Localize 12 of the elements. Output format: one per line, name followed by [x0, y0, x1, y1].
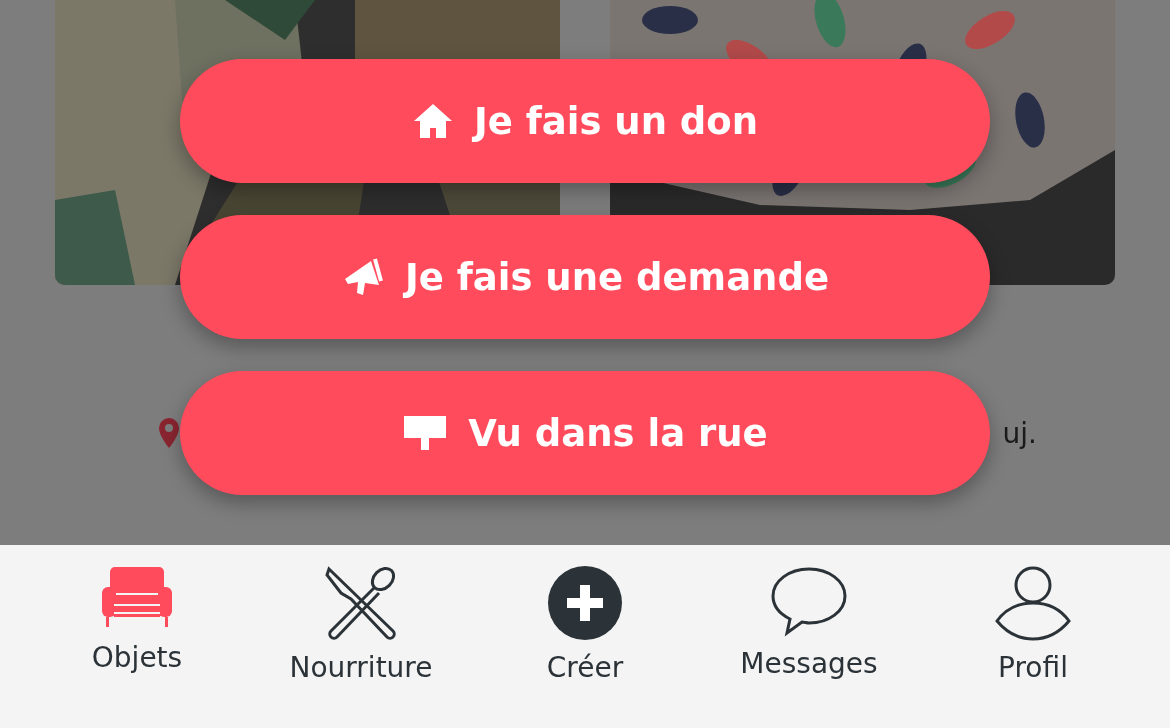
- tab-bar-item[interactable]: Objets: [25, 545, 249, 728]
- location-pin-icon: [159, 418, 179, 448]
- tab-bar-item[interactable]: Messages: [697, 545, 921, 728]
- plus-circle-icon: [547, 565, 623, 641]
- tab-bar-item[interactable]: Profil: [921, 545, 1145, 728]
- signboard-icon: [402, 414, 449, 452]
- speech-bubble-icon: [770, 565, 848, 637]
- tab-bar-item[interactable]: Créer: [473, 545, 697, 728]
- person-icon: [995, 565, 1071, 641]
- listing-date: uj.: [1002, 416, 1037, 450]
- tab-bar-item[interactable]: Nourriture: [249, 545, 473, 728]
- knife-spoon-icon: [323, 565, 399, 641]
